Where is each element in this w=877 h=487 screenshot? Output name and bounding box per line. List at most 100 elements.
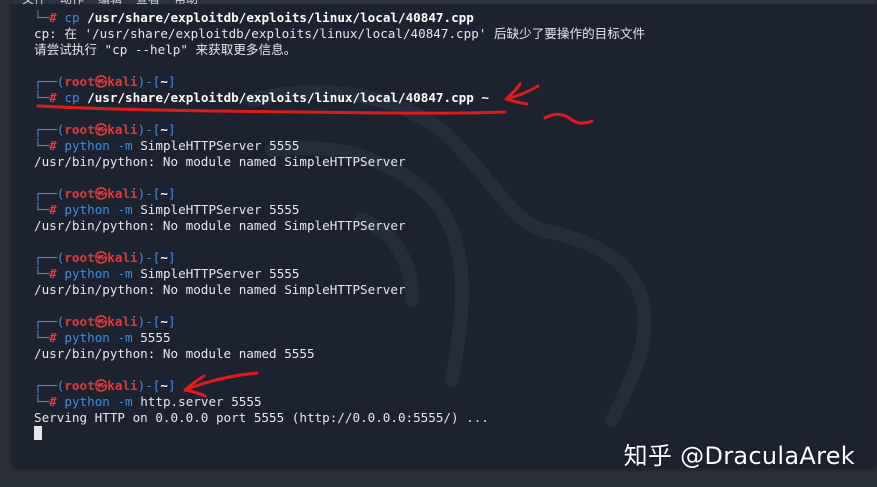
prompt-bracket: )-[ [137,186,161,201]
prompt-bracket: )-[ [137,122,161,137]
output-text: cp: 在 '/usr/share/exploitdb/exploits/lin… [34,26,646,41]
prompt-user: root [64,122,95,137]
prompt-bracket: ┌──( [34,378,65,393]
command-args: SimpleHTTPServer 5555 [140,202,300,217]
prompt-host: kali [107,122,138,137]
text-cursor [34,426,42,440]
prompt-host: kali [107,74,138,89]
command-flag: -m [117,138,133,153]
command-flag: -m [117,394,133,409]
prompt-at-icon: ㉿ [94,122,108,137]
prompt-hash: # [49,266,57,281]
prompt-bracket: ┌──( [34,186,65,201]
output-line: /usr/bin/python: No module named SimpleH… [34,218,876,234]
prompt-line: ┌──(root㉿kali)-[~] [34,250,876,266]
prompt-bracket: ] [167,378,176,393]
command-line: └─# python -m SimpleHTTPServer 5555 [34,138,876,154]
prompt-bracket: )-[ [137,74,161,89]
prompt-hash: # [49,10,57,25]
menu-item[interactable]: 查看 [136,0,160,6]
prompt-user: root [64,314,95,329]
prompt-hash: # [49,330,57,345]
prompt-bracket: ┌──( [34,74,65,89]
prompt-user: root [64,250,95,265]
prompt-bracket: ┌──( [34,314,65,329]
screenshot: 文件 动作 编辑 查看 帮助 └─# cp /usr/share/exploitdb/e… [0,0,877,487]
prompt-host: kali [107,378,138,393]
command-name: python [64,330,110,345]
menu-item[interactable]: 动作 [60,0,84,6]
command-args: SimpleHTTPServer 5555 [140,266,300,281]
prompt-host: kali [107,250,138,265]
command-args: SimpleHTTPServer 5555 [140,138,300,153]
prompt-corner: └─ [34,266,50,281]
prompt-line: ┌──(root㉿kali)-[~] [34,186,876,202]
output-text: /usr/bin/python: No module named SimpleH… [34,282,406,297]
prompt-bracket: ] [167,122,176,137]
command-flag: -m [117,202,133,217]
prompt-bracket: ] [167,314,176,329]
prompt-at-icon: ㉿ [94,186,108,201]
prompt-bracket: ] [167,186,176,201]
command-line: └─# python -m http.server 5555 [34,394,876,410]
prompt-user: root [64,186,95,201]
terminal-window[interactable]: 文件 动作 编辑 查看 帮助 └─# cp /usr/share/exploitdb/e… [12,0,876,466]
output-text: /usr/bin/python: No module named SimpleH… [34,154,406,169]
prompt-line: ┌──(root㉿kali)-[~] [34,314,876,330]
command-name: cp [64,90,80,105]
prompt-host: kali [107,186,138,201]
command-name: python [64,138,110,153]
prompt-at-icon: ㉿ [94,314,108,329]
output-text: /usr/bin/python: No module named SimpleH… [34,218,406,233]
command-name: cp [64,10,80,25]
prompt-hash: # [49,394,57,409]
command-flag: -m [117,266,133,281]
output-line: Serving HTTP on 0.0.0.0 port 5555 (http:… [34,410,876,426]
output-line: 请尝试执行 "cp --help" 来获取更多信息。 [34,42,876,58]
prompt-at-icon: ㉿ [94,250,108,265]
prompt-corner: └─ [34,90,50,105]
command-line: └─# cp /usr/share/exploitdb/exploits/lin… [34,10,876,26]
command-name: python [64,202,110,217]
command-line: └─# python -m SimpleHTTPServer 5555 [34,202,876,218]
prompt-bracket: )-[ [137,314,161,329]
prompt-bracket: ┌──( [34,122,65,137]
menu-item[interactable]: 文件 [22,0,46,6]
prompt-dir: ~ [160,378,168,393]
command-args: http.server 5555 [140,394,262,409]
watermark-text: 知乎 @DraculaArek [623,442,855,470]
prompt-host: kali [107,314,138,329]
prompt-dir: ~ [160,186,168,201]
prompt-dir: ~ [160,122,168,137]
prompt-user: root [64,74,95,89]
prompt-line: ┌──(root㉿kali)-[~] [34,74,876,90]
menu-item[interactable]: 帮助 [174,0,198,6]
prompt-at-icon: ㉿ [94,74,108,89]
output-line: cp: 在 '/usr/share/exploitdb/exploits/lin… [34,26,876,42]
command-args: 5555 [140,330,171,345]
output-text: 请尝试执行 "cp --help" 来获取更多信息。 [34,42,297,57]
command-line: └─# cp /usr/share/exploitdb/exploits/lin… [34,90,876,106]
prompt-dir: ~ [160,314,168,329]
terminal-output[interactable]: └─# cp /usr/share/exploitdb/exploits/lin… [34,10,876,466]
menu-item[interactable]: 编辑 [98,0,122,6]
prompt-bracket: )-[ [137,378,161,393]
prompt-corner: └─ [34,330,50,345]
prompt-corner: └─ [34,202,50,217]
command-flag: -m [117,330,133,345]
prompt-corner: └─ [34,10,50,25]
prompt-corner: └─ [34,138,50,153]
prompt-at-icon: ㉿ [94,378,108,393]
command-name: python [64,266,110,281]
prompt-dir: ~ [160,250,168,265]
output-line: /usr/bin/python: No module named 5555 [34,346,876,362]
output-line: /usr/bin/python: No module named SimpleH… [34,154,876,170]
prompt-corner: └─ [34,394,50,409]
menubar: 文件 动作 编辑 查看 帮助 [12,0,876,6]
